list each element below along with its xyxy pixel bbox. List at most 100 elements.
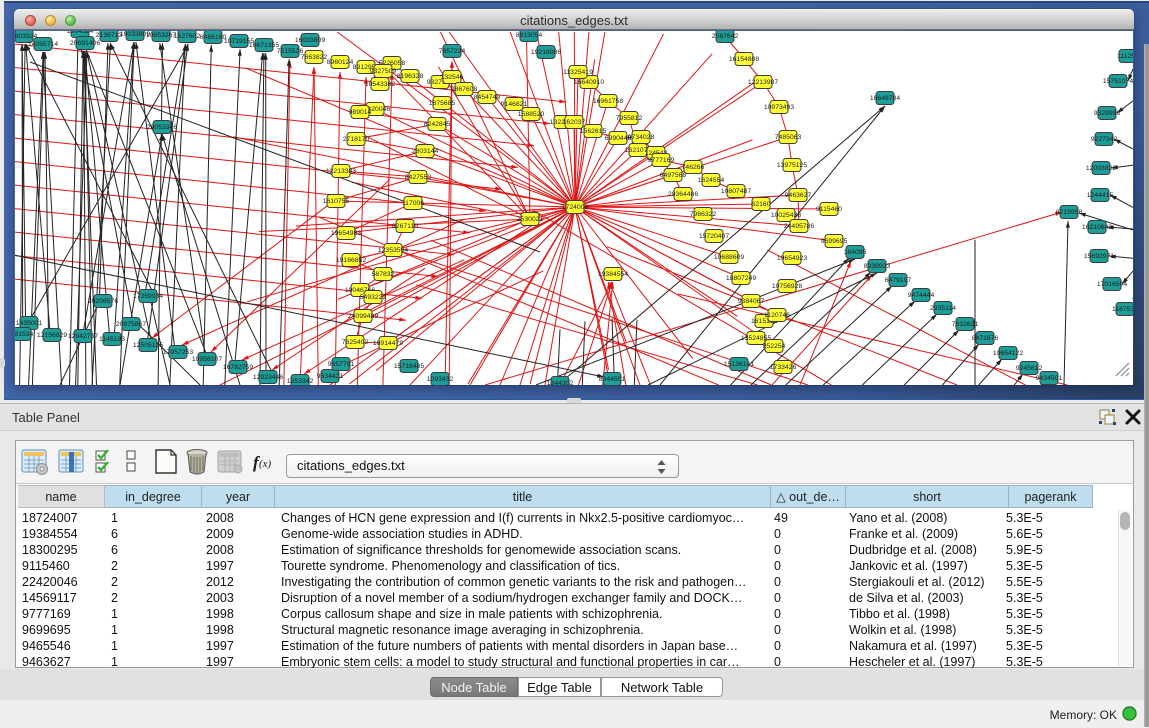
svg-text:9329996: 9329996 xyxy=(1094,110,1121,117)
svg-text:8215958: 8215958 xyxy=(1056,209,1083,216)
svg-text:9734028: 9734028 xyxy=(628,134,655,141)
svg-text:7857224: 7857224 xyxy=(439,48,466,55)
svg-text:1145193: 1145193 xyxy=(99,336,125,343)
svg-text:2136713: 2136713 xyxy=(96,32,123,39)
svg-text:164095: 164095 xyxy=(844,249,867,256)
svg-text:9384067: 9384067 xyxy=(738,298,765,305)
svg-text:12093822: 12093822 xyxy=(1086,165,1116,172)
svg-text:19654923: 19654923 xyxy=(777,255,807,262)
svg-text:1610755: 1610755 xyxy=(323,198,350,205)
svg-text:1093432: 1093432 xyxy=(427,376,454,383)
svg-text:(x): (x) xyxy=(259,458,271,470)
svg-text:9245612: 9245612 xyxy=(1016,365,1043,372)
svg-text:24099489: 24099489 xyxy=(348,313,378,320)
svg-text:2530021: 2530021 xyxy=(517,216,544,223)
svg-text:8427552: 8427552 xyxy=(405,174,432,181)
svg-text:12353594: 12353594 xyxy=(378,247,408,254)
svg-text:5493222: 5493222 xyxy=(360,294,387,301)
svg-text:16961758: 16961758 xyxy=(593,98,623,105)
svg-text:7515526: 7515526 xyxy=(277,48,304,55)
svg-text:12156829: 12156829 xyxy=(37,332,67,339)
svg-text:10543382: 10543382 xyxy=(365,81,395,88)
svg-text:1562615: 1562615 xyxy=(580,128,607,135)
svg-text:391534: 391534 xyxy=(15,331,34,338)
svg-text:1875685: 1875685 xyxy=(429,100,456,107)
svg-text:1120746: 1120746 xyxy=(764,312,790,319)
svg-text:9657791: 9657791 xyxy=(328,361,355,368)
svg-text:8196328: 8196328 xyxy=(397,73,424,80)
svg-text:15751074: 15751074 xyxy=(1103,78,1133,85)
svg-text:117006: 117006 xyxy=(402,200,424,207)
svg-text:1167534: 1167534 xyxy=(1112,306,1133,313)
svg-text:10807487: 10807487 xyxy=(721,188,751,195)
svg-text:19166852: 19166852 xyxy=(336,257,366,264)
svg-text:9434501: 9434501 xyxy=(1036,375,1063,382)
svg-text:2087642: 2087642 xyxy=(712,33,739,40)
svg-text:18807249: 18807249 xyxy=(726,275,756,282)
svg-text:7625402: 7625402 xyxy=(342,339,369,346)
svg-text:1624554: 1624554 xyxy=(698,177,725,184)
svg-text:1244415: 1244415 xyxy=(1087,192,1114,199)
svg-text:252254: 252254 xyxy=(763,343,786,350)
svg-text:1904324: 1904324 xyxy=(67,31,94,35)
svg-text:10654122: 10654122 xyxy=(993,350,1023,357)
svg-text:15716485: 15716485 xyxy=(394,363,424,370)
svg-text:10688609: 10688609 xyxy=(714,254,744,261)
svg-text:7663822: 7663822 xyxy=(301,54,328,61)
svg-text:16914479: 16914479 xyxy=(373,340,403,347)
svg-text:16640910: 16640910 xyxy=(574,79,604,86)
svg-text:12213383: 12213383 xyxy=(326,168,356,175)
svg-text:7485063: 7485063 xyxy=(775,134,802,141)
svg-text:9699695: 9699695 xyxy=(821,238,848,245)
svg-text:17016504: 17016504 xyxy=(1097,281,1127,288)
svg-text:1344302: 1344302 xyxy=(547,380,574,385)
svg-text:19218986: 19218986 xyxy=(531,49,561,56)
svg-text:9474444: 9474444 xyxy=(908,292,935,299)
svg-text:19384554: 19384554 xyxy=(598,271,628,278)
svg-text:2935114: 2935114 xyxy=(930,305,956,312)
svg-text:1253342: 1253342 xyxy=(287,378,314,385)
svg-text:162037: 162037 xyxy=(563,119,586,126)
svg-text:6466160: 6466160 xyxy=(200,34,227,41)
svg-text:111254: 111254 xyxy=(1117,53,1133,60)
svg-text:2867608: 2867608 xyxy=(451,86,478,93)
svg-text:16210643: 16210643 xyxy=(1082,224,1112,231)
svg-text:62160: 62160 xyxy=(752,201,771,208)
svg-text:1733426: 1733426 xyxy=(770,364,797,371)
svg-text:20364486: 20364486 xyxy=(668,191,698,198)
svg-text:15136141: 15136141 xyxy=(724,361,754,368)
svg-text:8960124: 8960124 xyxy=(327,59,354,66)
svg-text:17957253: 17957253 xyxy=(163,349,193,356)
svg-text:16033809: 16033809 xyxy=(295,37,325,44)
svg-text:9327509: 9327509 xyxy=(370,68,397,75)
svg-text:12923446: 12923446 xyxy=(253,374,283,381)
svg-text:10958107: 10958107 xyxy=(192,356,222,363)
svg-text:13975125: 13975125 xyxy=(777,162,807,169)
svg-text:16782759: 16782759 xyxy=(223,364,253,371)
svg-text:9334421: 9334421 xyxy=(317,373,344,380)
svg-text:8267110: 8267110 xyxy=(392,223,418,230)
svg-text:2718170: 2718170 xyxy=(343,136,370,143)
svg-text:24495786: 24495786 xyxy=(784,223,814,230)
svg-text:12505135: 12505135 xyxy=(133,342,163,349)
svg-text:9463627: 9463627 xyxy=(785,192,812,199)
svg-text:12942737: 12942737 xyxy=(68,333,98,340)
svg-text:16671355: 16671355 xyxy=(249,42,279,49)
svg-text:20206576: 20206576 xyxy=(88,298,118,305)
svg-text:8242845: 8242845 xyxy=(424,121,451,128)
svg-text:19654983: 19654983 xyxy=(331,230,361,237)
svg-text:15692971: 15692971 xyxy=(1084,253,1114,260)
svg-text:6479197: 6479197 xyxy=(885,277,912,284)
svg-text:7955812: 7955812 xyxy=(616,115,643,122)
svg-text:9227342: 9227342 xyxy=(1091,136,1118,143)
svg-text:8813054: 8813054 xyxy=(516,32,543,39)
svg-text:20975867: 20975867 xyxy=(116,321,146,328)
svg-text:10025438: 10025438 xyxy=(771,212,801,219)
svg-text:8471676: 8471676 xyxy=(972,335,999,342)
svg-text:8454749: 8454749 xyxy=(474,94,501,101)
svg-text:746266: 746266 xyxy=(682,164,705,171)
svg-text:7986322: 7986322 xyxy=(690,211,717,218)
svg-text:9146821: 9146821 xyxy=(501,101,528,108)
svg-text:10756928: 10756928 xyxy=(772,283,802,290)
svg-text:15720407: 15720407 xyxy=(699,233,729,240)
